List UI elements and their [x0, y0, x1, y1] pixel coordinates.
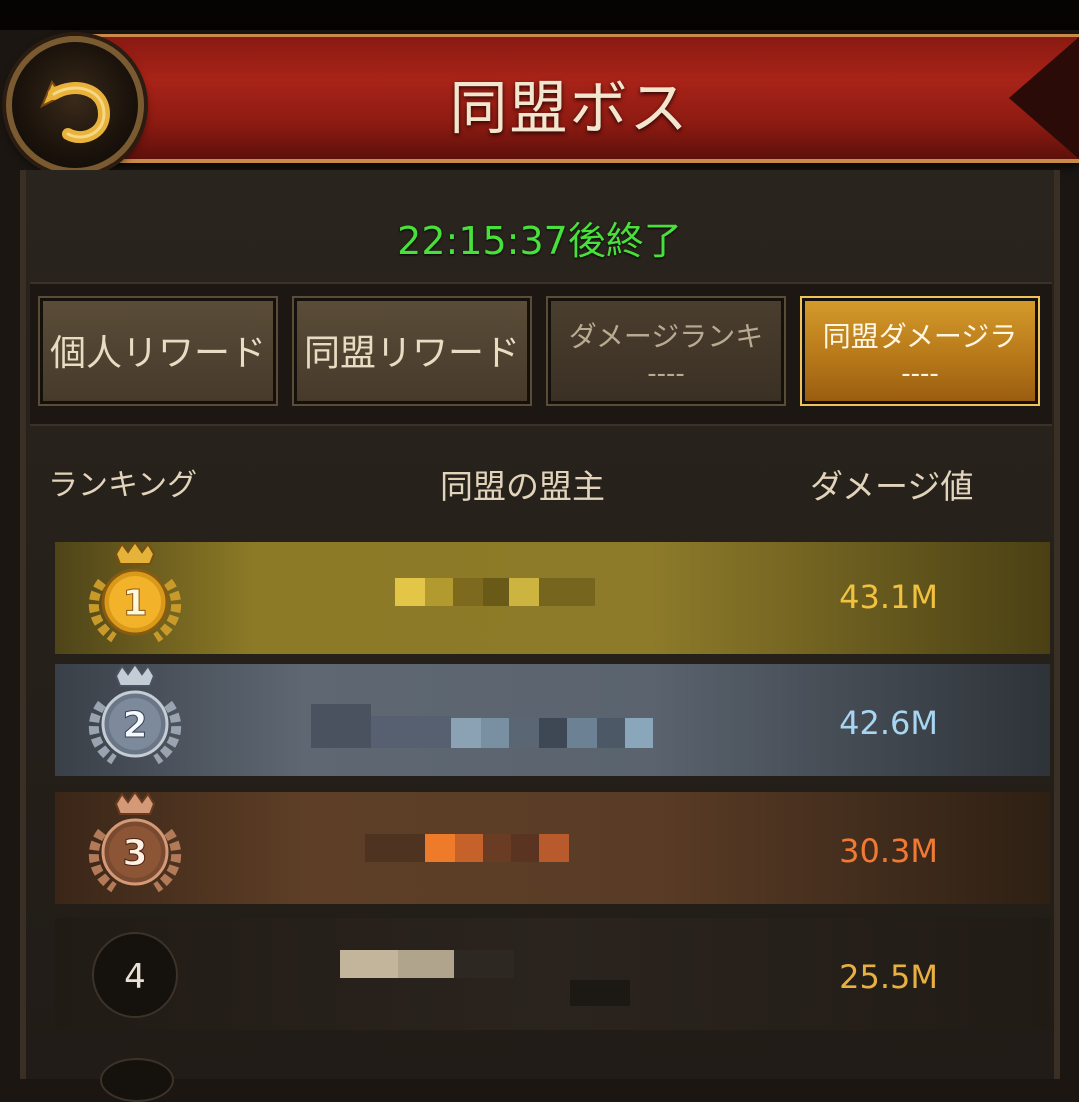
tab-personal-reward[interactable]: 個人リワード — [38, 296, 278, 406]
tab-damage-ranking[interactable]: ダメージランキ ---- — [546, 296, 786, 406]
svg-text:1: 1 — [122, 583, 147, 624]
tab-sub: ---- — [647, 359, 685, 389]
bronze-medal-icon: 3 — [89, 792, 181, 893]
rank-badge-partial — [100, 1058, 174, 1102]
damage-value: 43.1M — [839, 578, 938, 616]
top-strip — [0, 0, 1079, 30]
svg-text:3: 3 — [122, 833, 147, 874]
ranking-row-3[interactable]: 30.3M — [55, 792, 1050, 904]
back-button[interactable] — [6, 36, 144, 174]
tab-sub: ---- — [901, 359, 939, 389]
damage-value: 42.6M — [839, 704, 938, 742]
tab-label: 同盟ダメージラ — [822, 320, 1018, 353]
damage-value: 30.3M — [839, 832, 938, 870]
silver-medal-icon: 2 — [89, 664, 181, 765]
ranking-row-2[interactable]: 42.6M — [55, 664, 1050, 776]
column-leader: 同盟の盟主 — [440, 467, 605, 506]
column-rank: ランキング — [48, 468, 198, 503]
title-banner: 同盟ボス — [60, 34, 1079, 163]
back-arrow-icon — [40, 79, 111, 144]
damage-value: 25.5M — [839, 958, 938, 996]
page-title: 同盟ボス — [449, 74, 690, 142]
countdown-timer: 22:15:37後終了 — [397, 219, 682, 263]
tab-label: ダメージランキ — [568, 320, 764, 353]
ranking-row-4[interactable]: 25.5M — [55, 918, 1050, 1030]
column-damage: ダメージ値 — [810, 467, 974, 506]
tab-label: 個人リワード — [49, 333, 266, 374]
rank-badge: 4 — [92, 932, 178, 1018]
svg-text:2: 2 — [122, 705, 147, 746]
tab-alliance-reward[interactable]: 同盟リワード — [292, 296, 532, 406]
tab-alliance-damage-ranking[interactable]: 同盟ダメージラ ---- — [800, 296, 1040, 406]
tab-label: 同盟リワード — [303, 333, 520, 374]
gold-medal-icon: 1 — [89, 542, 181, 643]
tab-bar: 個人リワード 同盟リワード ダメージランキ ---- 同盟ダメージラ ---- — [30, 282, 1052, 426]
ranking-row-1[interactable]: 43.1M — [55, 542, 1050, 654]
